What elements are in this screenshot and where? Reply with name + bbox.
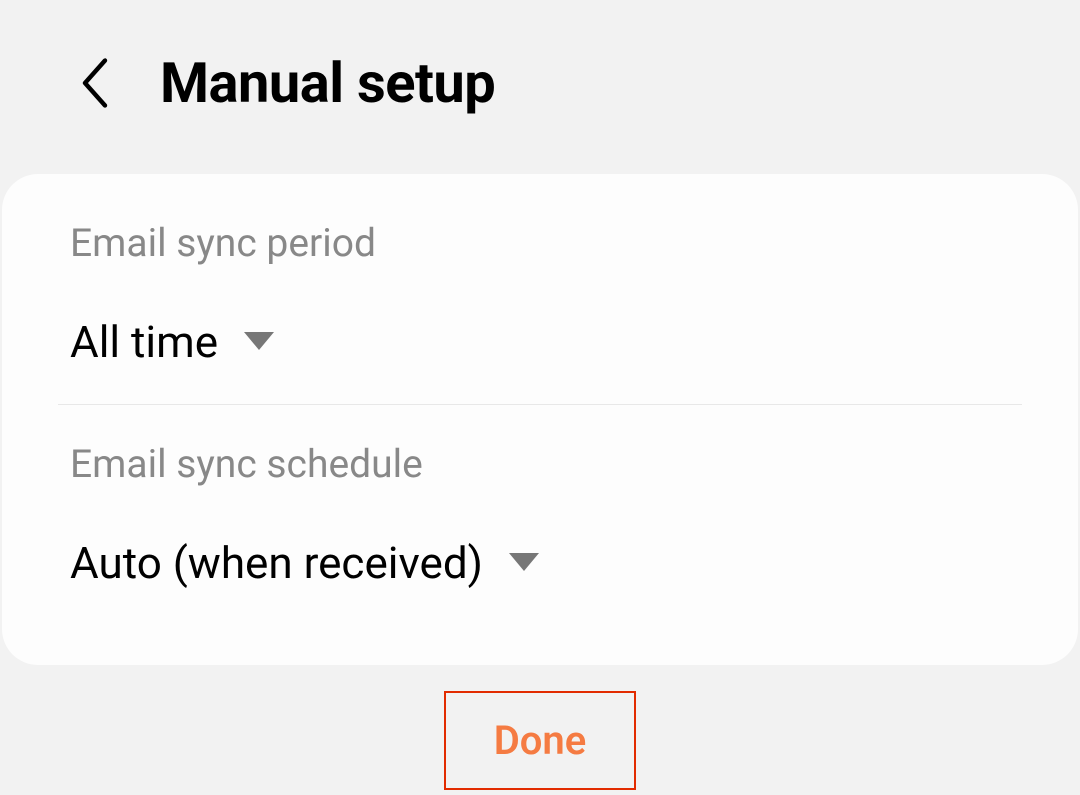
chevron-down-icon [244,332,274,352]
email-sync-schedule-dropdown[interactable]: Auto (when received) [70,537,1010,589]
email-sync-schedule-block: Email sync schedule Auto (when received) [2,405,1078,625]
chevron-down-icon [509,553,539,573]
email-sync-period-dropdown[interactable]: All time [70,316,1010,368]
email-sync-period-block: Email sync period All time [2,184,1078,404]
email-sync-period-value: All time [70,316,218,368]
email-sync-schedule-value: Auto (when received) [70,537,483,589]
done-button[interactable]: Done [444,691,637,790]
header: Manual setup [0,0,1080,156]
page-title: Manual setup [160,50,495,116]
email-sync-schedule-label: Email sync schedule [70,441,1010,487]
settings-card: Email sync period All time Email sync sc… [2,174,1078,665]
footer: Done [0,691,1080,790]
email-sync-period-label: Email sync period [70,220,1010,266]
back-icon[interactable] [70,58,120,108]
done-button-label: Done [494,717,587,764]
